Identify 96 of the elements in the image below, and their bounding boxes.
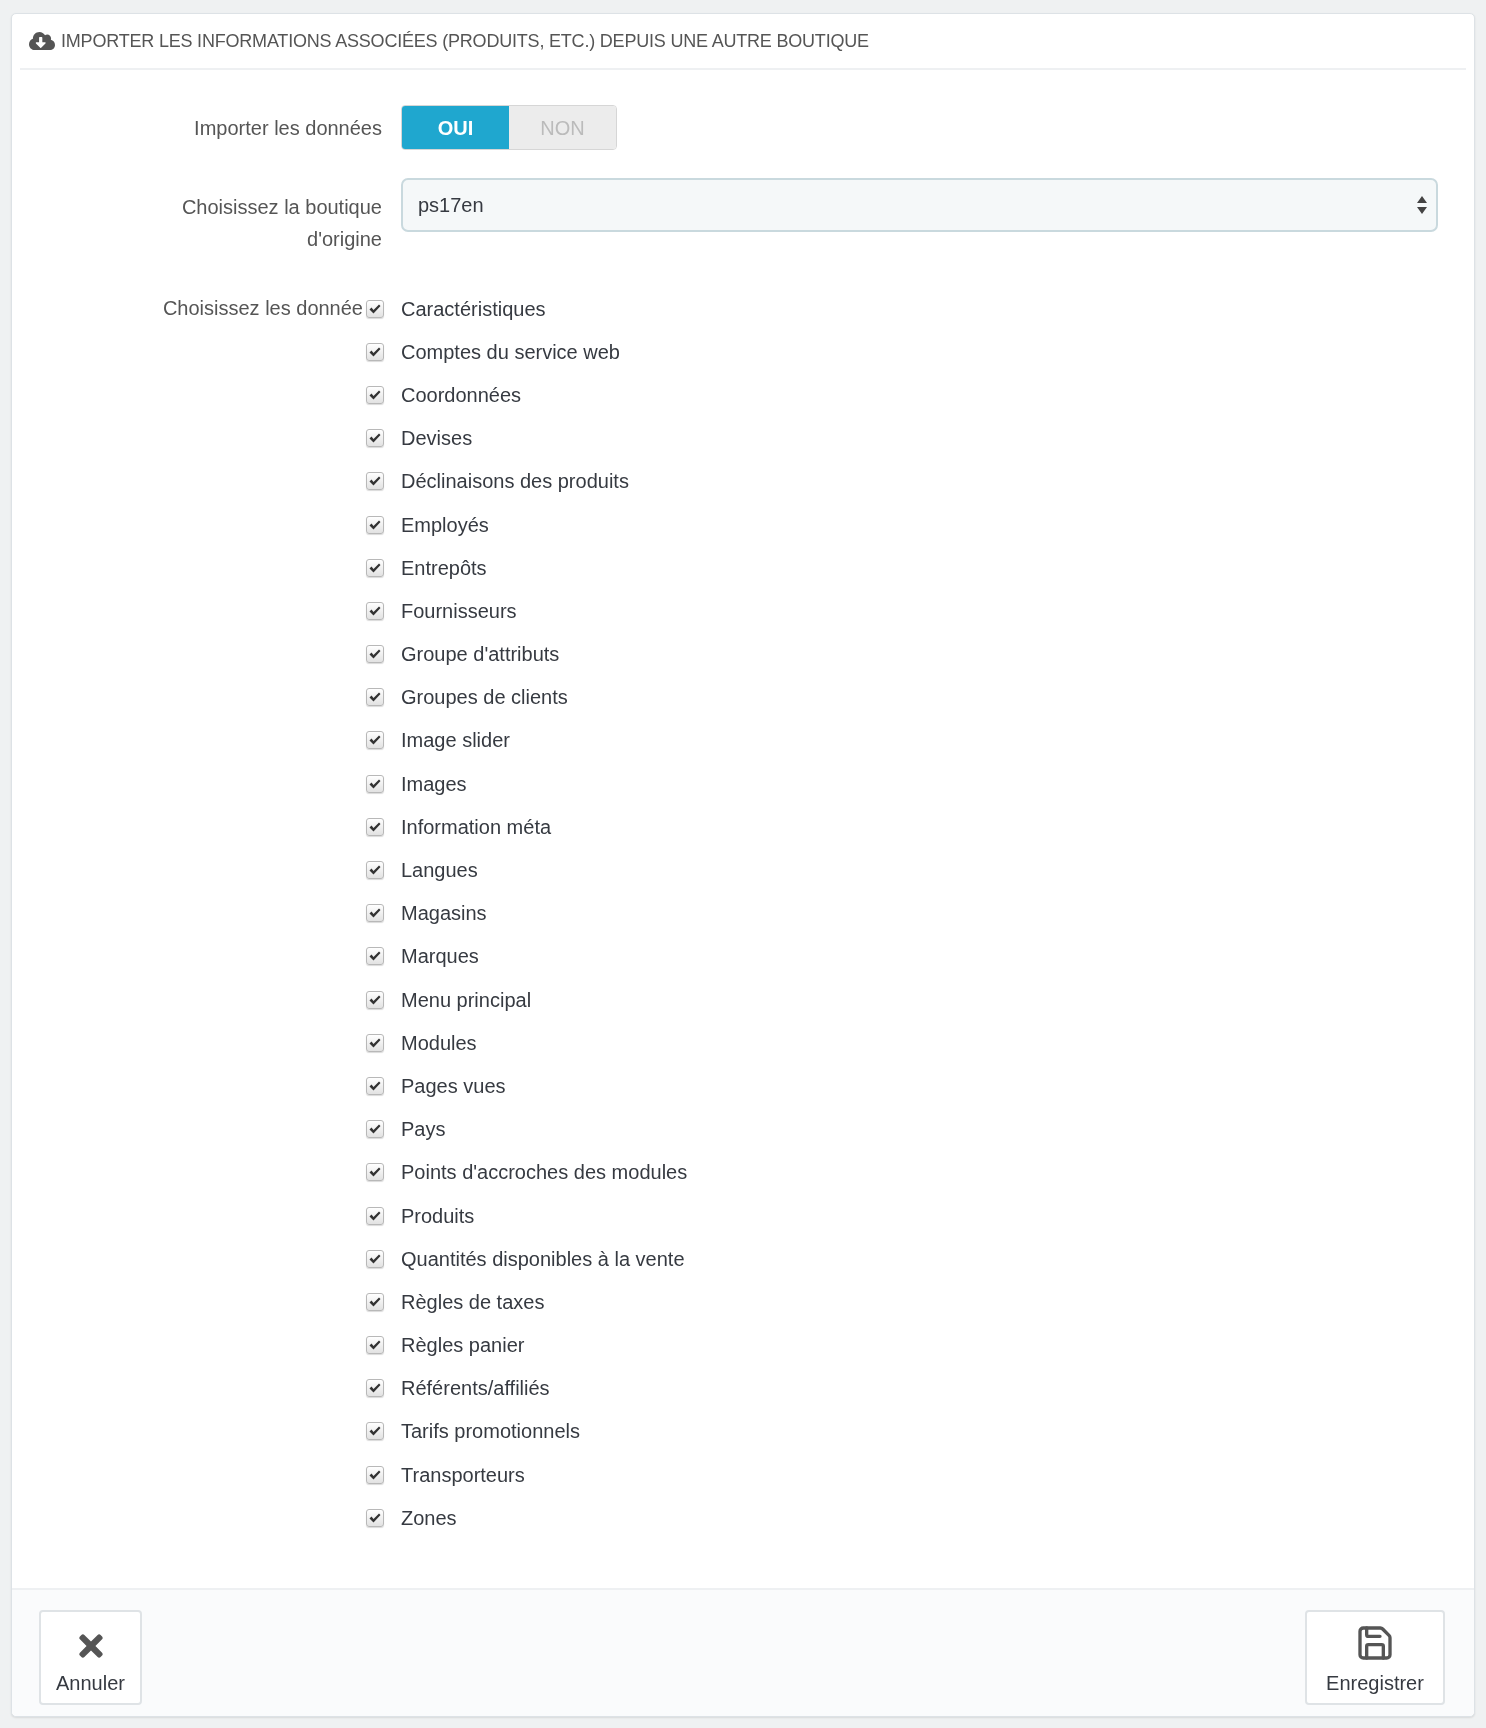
check-icon [369,649,381,660]
check-icon [369,1124,381,1135]
checkbox[interactable] [366,1033,384,1052]
checkbox[interactable] [366,1249,384,1268]
checkbox-label: Image slider [401,728,510,754]
checkbox[interactable] [366,1379,384,1398]
select-arrows-icon [1417,196,1427,214]
check-icon [369,1210,381,1221]
checkbox-label: Comptes du service web [401,339,620,365]
checkbox-label: Zones [401,1505,457,1531]
check-icon [369,1512,381,1523]
checkbox-label: Règles panier [401,1333,525,1359]
checkbox-label: Information méta [401,814,552,840]
checkbox[interactable] [366,1465,384,1484]
cancel-button[interactable]: Annuler [39,1610,142,1706]
checkbox-label: Coordonnées [401,382,522,408]
checkbox[interactable] [366,1206,384,1225]
checkbox[interactable] [366,1076,384,1095]
checkbox[interactable] [366,1508,384,1527]
checkbox[interactable] [366,515,384,534]
check-icon [369,908,381,919]
checkbox-label: Quantités disponibles à la vente [401,1246,685,1272]
check-icon [369,1469,381,1480]
field-label: Importer les données [193,115,382,141]
checkbox-label: Employés [401,512,489,538]
check-icon [369,778,381,789]
checkbox-label: Langues [401,858,478,884]
checkbox[interactable] [366,601,384,620]
checkbox[interactable] [366,774,384,793]
checkbox-label: Référents/affiliés [401,1376,550,1402]
checkbox[interactable] [366,299,384,318]
check-icon [369,433,381,444]
check-icon [369,346,381,357]
check-icon [369,303,381,314]
checkbox[interactable] [366,990,384,1009]
checkbox[interactable] [366,1336,384,1355]
checkbox-label: Entrepôts [401,555,487,581]
checkbox-label: Groupe d'attributs [401,642,560,668]
check-icon [369,865,381,876]
checkbox-label: Fournisseurs [401,598,517,624]
check-icon [369,1037,381,1048]
checkbox[interactable] [366,385,384,404]
checkbox-label: Pages vues [401,1073,506,1099]
check-icon [369,1340,381,1351]
checkbox[interactable] [366,904,384,923]
check-icon [369,692,381,703]
check-icon [369,476,381,487]
checkbox-label: Déclinaisons des produits [401,469,629,495]
checkbox-label: Tarifs promotionnels [401,1419,580,1445]
checkbox-label: Points d'accroches des modules [401,1160,688,1186]
field-label: Choisissez la boutique d'origine [180,195,382,252]
check-icon [369,994,381,1005]
checkbox[interactable] [366,1422,384,1441]
checkbox[interactable] [366,688,384,707]
checkbox-label: Images [401,771,467,797]
check-icon [369,1296,381,1307]
checkbox[interactable] [366,342,384,361]
checkbox[interactable] [366,645,384,664]
panel-title: IMPORTER LES INFORMATIONS ASSOCIÉES (PRODUITS, ETC.) DEPUIS UNE AUTRE BOUTIQUE [61,29,869,53]
shop-select[interactable]: ps17en [401,178,1438,232]
checkbox-label: Modules [401,1030,477,1056]
checkbox[interactable] [366,1120,384,1139]
checkbox-label: Marques [401,944,479,970]
checkbox-label: Règles de taxes [401,1289,545,1315]
checkbox-label: Transporteurs [401,1462,525,1488]
checkbox-label: Menu principal [401,987,532,1013]
checkbox-label: Caractéristiques [401,296,546,322]
checkbox-label: Devises [401,426,473,452]
checkbox[interactable] [366,1163,384,1182]
check-icon [369,951,381,962]
checkbox[interactable] [366,1292,384,1311]
field-label: Choisissez les donnée [161,296,363,321]
save-button[interactable]: Enregistrer [1305,1610,1445,1706]
checkbox[interactable] [366,472,384,491]
check-icon [369,562,381,573]
check-icon [369,1253,381,1264]
checkbox[interactable] [366,817,384,836]
check-icon [369,389,381,400]
check-icon [369,821,381,832]
checkbox-label: Magasins [401,901,487,927]
cloud-download-icon [29,30,55,52]
checkbox[interactable] [366,558,384,577]
check-icon [369,1426,381,1437]
checkbox[interactable] [366,861,384,880]
checkbox-label: Groupes de clients [401,685,568,711]
check-icon [369,735,381,746]
checkbox[interactable] [366,429,384,448]
check-icon [369,1383,381,1394]
check-icon [369,1167,381,1178]
checkbox-label: Pays [401,1117,446,1143]
check-icon [369,605,381,616]
check-icon [369,519,381,530]
checkbox[interactable] [366,731,384,750]
checkbox[interactable] [366,947,384,966]
checkbox-label: Produits [401,1203,475,1229]
check-icon [369,1080,381,1091]
